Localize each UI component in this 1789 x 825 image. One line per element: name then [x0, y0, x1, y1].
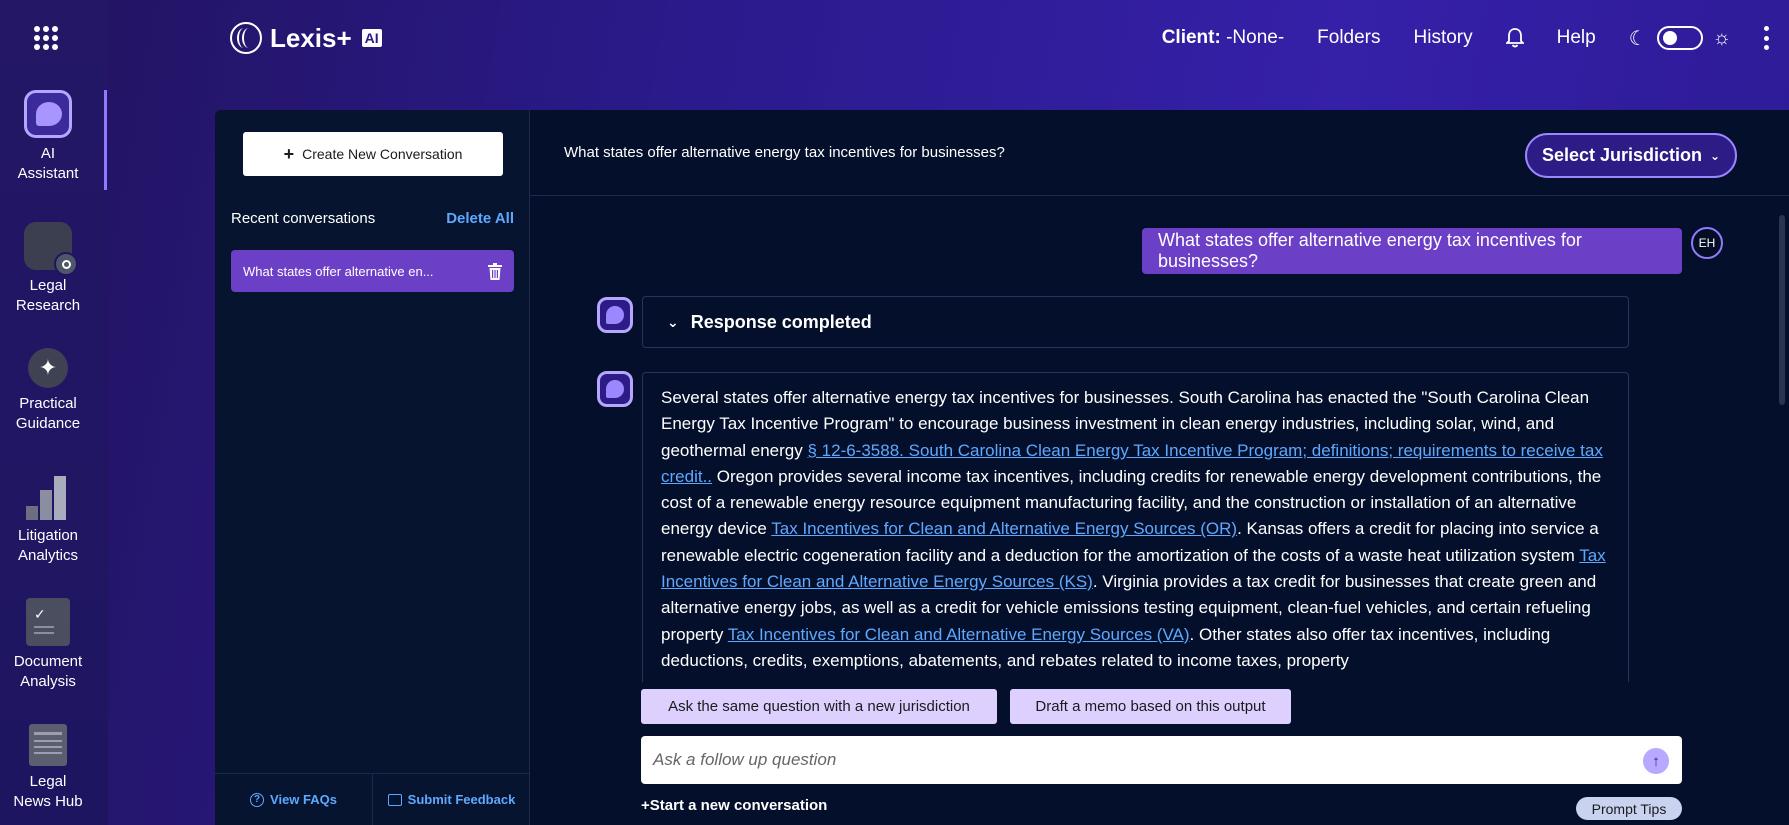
rail-item-legal-research[interactable]: Legal Research — [0, 222, 96, 316]
active-indicator — [104, 90, 107, 190]
recent-conversations-header: Recent conversations Delete All — [231, 210, 514, 227]
legal-research-icon — [24, 222, 78, 276]
rail-label: Legal — [29, 773, 67, 790]
user-message-text: What states offer alternative energy tax… — [1158, 230, 1582, 271]
ai-assistant-icon — [24, 90, 72, 138]
create-new-conversation-button[interactable]: + Create New Conversation — [243, 132, 503, 176]
view-faqs-label: View FAQs — [270, 792, 337, 807]
rail-item-practical-guidance[interactable]: ✦ Practical Guidance — [0, 348, 96, 434]
conversation-item[interactable]: What states offer alternative en... — [231, 250, 514, 292]
rail-label: Practical — [19, 395, 77, 412]
newspaper-icon — [29, 724, 67, 766]
suggestion-new-jurisdiction-button[interactable]: Ask the same question with a new jurisdi… — [641, 689, 997, 724]
rail-label: Analytics — [17, 547, 79, 564]
delete-all-button[interactable]: Delete All — [446, 210, 514, 227]
bell-icon[interactable] — [1504, 28, 1525, 48]
current-question: What states offer alternative energy tax… — [564, 144, 1005, 161]
moon-icon: ☾ — [1628, 27, 1647, 50]
submit-feedback-label: Submit Feedback — [407, 792, 516, 807]
rail-item-legal-news-hub[interactable]: Legal News Hub — [0, 724, 96, 812]
rail-label: AI — [40, 145, 56, 162]
rail-label: Assistant — [17, 165, 79, 182]
conversation-title: What states offer alternative en... — [243, 263, 434, 279]
user-message: What states offer alternative energy tax… — [1142, 228, 1682, 274]
send-arrow-icon[interactable]: ↑ — [1643, 748, 1669, 774]
trash-icon[interactable] — [488, 262, 502, 280]
client-label: Client: — [1161, 27, 1221, 48]
plus-icon: + — [283, 143, 295, 164]
more-options-icon[interactable] — [1763, 26, 1769, 50]
follow-up-placeholder: Ask a follow up question — [653, 750, 837, 769]
brand-badge: AI — [361, 29, 382, 47]
client-selector[interactable]: Client: -None- — [1162, 27, 1284, 49]
compass-star-icon: ✦ — [28, 348, 68, 388]
rail-item-document-analysis[interactable]: ✓ Document Analysis — [0, 598, 96, 692]
submit-feedback-link[interactable]: Submit Feedback — [373, 774, 530, 825]
sidebar-footer: ? View FAQs Submit Feedback — [215, 773, 530, 825]
rail-item-ai-assistant[interactable]: AI Assistant — [0, 90, 96, 184]
rail-label: News Hub — [13, 793, 83, 810]
recent-conversations-title: Recent conversations — [231, 210, 376, 227]
assistant-avatar-icon — [597, 297, 633, 333]
apps-grid-icon[interactable] — [34, 26, 58, 50]
history-link[interactable]: History — [1414, 27, 1473, 49]
follow-up-input[interactable]: Ask a follow up question — [641, 736, 1682, 784]
prompt-tips-button[interactable]: Prompt Tips — [1576, 797, 1682, 820]
suggestion-draft-memo-button[interactable]: Draft a memo based on this output — [1010, 689, 1291, 724]
top-nav: Client: -None- Folders History Help ☾ ☼ — [1162, 26, 1789, 50]
brand-name: Lexis+ — [270, 22, 352, 53]
client-value: -None- — [1226, 27, 1285, 48]
bar-chart-icon — [24, 472, 72, 520]
citation-link[interactable]: Tax Incentives for Clean and Alternative… — [771, 519, 1237, 538]
help-link[interactable]: Help — [1557, 27, 1596, 49]
rail-label: Legal — [29, 277, 67, 294]
chevron-down-icon: ⌄ — [667, 313, 679, 330]
rail-label: Analysis — [20, 673, 76, 690]
rail-label: Document — [13, 653, 83, 670]
assistant-answer: Several states offer alternative energy … — [642, 372, 1629, 682]
question-circle-icon: ? — [250, 792, 265, 807]
app-rail: AI Assistant Legal Research ✦ Practical Gui… — [0, 0, 108, 825]
lexis-logo[interactable]: Lexis+ AI — [230, 22, 382, 54]
rail-item-litigation-analytics[interactable]: Litigation Analytics — [0, 472, 96, 566]
select-jurisdiction-button[interactable]: Select Jurisdiction ⌄ — [1525, 133, 1737, 178]
chevron-down-icon: ⌄ — [1710, 148, 1721, 163]
document-check-icon: ✓ — [26, 598, 70, 646]
view-faqs-link[interactable]: ? View FAQs — [215, 774, 373, 825]
start-new-conversation-link[interactable]: +Start a new conversation — [641, 797, 827, 814]
rail-label: Research — [15, 297, 81, 314]
feedback-icon — [387, 793, 402, 806]
citation-link[interactable]: Tax Incentives for Clean and Alternative… — [728, 625, 1190, 644]
response-status-text: Response completed — [690, 311, 872, 332]
assistant-avatar-icon — [597, 371, 633, 407]
folders-link[interactable]: Folders — [1317, 27, 1380, 49]
create-new-conversation-label: Create New Conversation — [302, 146, 463, 162]
select-jurisdiction-label: Select Jurisdiction — [1541, 145, 1702, 165]
rail-label: Guidance — [15, 415, 81, 432]
lexis-mark-icon — [230, 22, 262, 54]
response-status-toggle[interactable]: ⌄ Response completed — [642, 296, 1629, 348]
chat-scrollbar[interactable] — [1779, 215, 1785, 405]
theme-toggle[interactable] — [1656, 26, 1703, 50]
sun-icon: ☼ — [1712, 26, 1731, 49]
avatar[interactable]: EH — [1691, 227, 1723, 259]
rail-label: Litigation — [17, 527, 79, 544]
